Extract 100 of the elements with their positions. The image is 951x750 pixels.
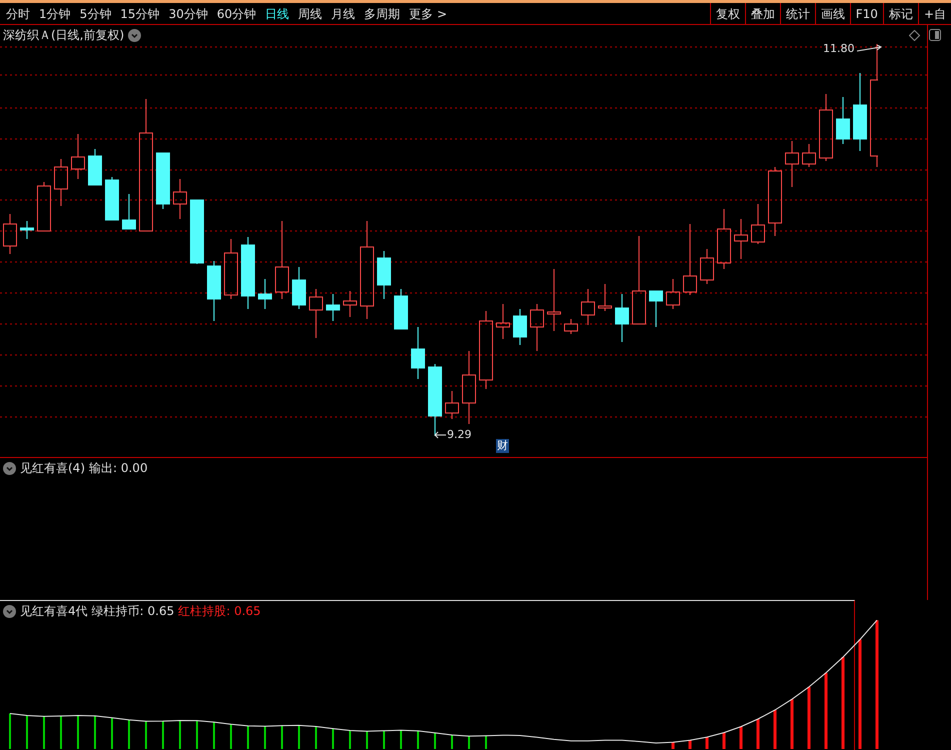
- candlestick: [496, 304, 510, 340]
- chevron-down-icon[interactable]: [3, 462, 16, 474]
- candlestick: [649, 290, 663, 328]
- indicator-bar: [808, 686, 810, 749]
- candlestick: [122, 194, 136, 230]
- indicator-bar: [111, 718, 113, 749]
- period-tab[interactable]: 更多 >: [409, 4, 447, 22]
- period-tab[interactable]: 多周期: [364, 4, 400, 22]
- candlestick: [54, 158, 68, 206]
- indicator-value: 输出: 0.00: [89, 460, 148, 477]
- indicator-bar: [26, 716, 28, 749]
- indicator-bar: [196, 720, 198, 749]
- candlestick: [3, 214, 17, 254]
- candlestick: [411, 326, 425, 380]
- indicator-bar: [672, 742, 674, 749]
- low-price-label: 9.29: [447, 427, 472, 443]
- candlestick: [751, 204, 765, 244]
- indicator-name: 见红有喜(4): [20, 460, 85, 477]
- candlestick: [105, 176, 119, 220]
- candlestick: [530, 304, 544, 352]
- period-tab[interactable]: 15分钟: [120, 4, 160, 22]
- candlestick: [564, 318, 578, 334]
- period-tab[interactable]: 分时: [6, 4, 30, 22]
- indicator-bar: [722, 732, 726, 749]
- period-tab[interactable]: 60分钟: [216, 4, 256, 22]
- toolbar-button[interactable]: 画线: [814, 3, 850, 24]
- indicator-bar: [315, 726, 317, 749]
- indicator-bar: [706, 737, 708, 749]
- chevron-down-icon[interactable]: [3, 604, 16, 618]
- candlestick: [768, 166, 782, 236]
- indicator-bar: [128, 720, 130, 749]
- candlestick: [836, 96, 850, 144]
- candlestick: [224, 238, 238, 300]
- candlestick: [37, 182, 51, 232]
- candlestick: [819, 94, 833, 162]
- high-price-label: 11.80: [823, 41, 854, 57]
- indicator-bar: [434, 732, 436, 749]
- indicator-bar: [247, 726, 249, 749]
- indicator-bar: [145, 721, 147, 749]
- period-tab[interactable]: 月线: [331, 4, 356, 22]
- indicator-bar: [298, 725, 300, 749]
- indicator-bar: [400, 730, 402, 749]
- indicator-bar: [688, 740, 692, 749]
- candlestick: [734, 218, 748, 260]
- candlestick: [88, 148, 102, 186]
- candlestick: [309, 288, 323, 338]
- candlestick: [445, 390, 459, 420]
- candlestick: [377, 250, 391, 300]
- candlestick: [785, 140, 799, 188]
- toolbar-button[interactable]: 标记: [882, 3, 918, 24]
- toolbar-button[interactable]: 复权: [710, 3, 745, 24]
- candlestick: [292, 266, 306, 310]
- indicator-bar: [740, 726, 742, 749]
- candlestick: [71, 134, 85, 180]
- indicator-bar: [60, 716, 62, 749]
- candlestick: [615, 294, 629, 342]
- indicator-bar: [417, 730, 419, 749]
- indicator-bar: [264, 726, 266, 749]
- indicator-bar: [485, 736, 487, 749]
- candlestick: [258, 278, 272, 310]
- indicator-value: 绿柱持币: 0.65: [92, 603, 174, 620]
- candlestick: [666, 278, 680, 310]
- arrow-icon: [434, 431, 446, 440]
- indicator-bar: [77, 715, 79, 749]
- panel-toggle-icon[interactable]: [929, 29, 941, 41]
- candlestick: [802, 144, 816, 168]
- indicator-bar: [756, 719, 760, 749]
- finance-marker[interactable]: 财: [496, 439, 509, 453]
- indicator-bar: [230, 724, 232, 749]
- candlestick: [190, 200, 204, 264]
- period-tab[interactable]: 5分钟: [80, 4, 112, 22]
- diamond-icon[interactable]: [909, 30, 920, 41]
- candlestick: [700, 248, 714, 284]
- indicator-bar: [213, 722, 215, 749]
- candlestick: [581, 288, 595, 326]
- indicator-bar: [349, 730, 351, 749]
- indicator-bar: [468, 736, 470, 749]
- candlestick: [598, 284, 612, 312]
- candlestick: [683, 224, 697, 296]
- indicator-name: 见红有喜4代: [20, 603, 88, 620]
- indicator-value: 红柱持股: 0.65: [178, 603, 261, 620]
- period-tab[interactable]: 30分钟: [168, 4, 208, 22]
- toolbar-button[interactable]: 叠加: [744, 3, 780, 24]
- period-tab[interactable]: 1分钟: [39, 4, 71, 22]
- candlestick: [173, 178, 187, 220]
- indicator-bar: [774, 710, 776, 749]
- period-tab[interactable]: 周线: [298, 4, 322, 22]
- toolbar-button[interactable]: 统计: [780, 3, 815, 24]
- indicator-bar: [451, 735, 453, 749]
- period-tab[interactable]: 日线: [265, 4, 290, 22]
- indicator-bar: [383, 730, 385, 749]
- toolbar-button[interactable]: +自: [918, 3, 951, 24]
- candlestick: [207, 260, 221, 322]
- chevron-down-icon[interactable]: [128, 28, 142, 42]
- indicator-bar: [94, 716, 96, 749]
- indicator-bar: [332, 728, 334, 749]
- toolbar-button[interactable]: F10: [850, 3, 883, 24]
- candlestick: [717, 208, 731, 270]
- candlestick: [394, 288, 408, 330]
- candlestick: [156, 152, 170, 210]
